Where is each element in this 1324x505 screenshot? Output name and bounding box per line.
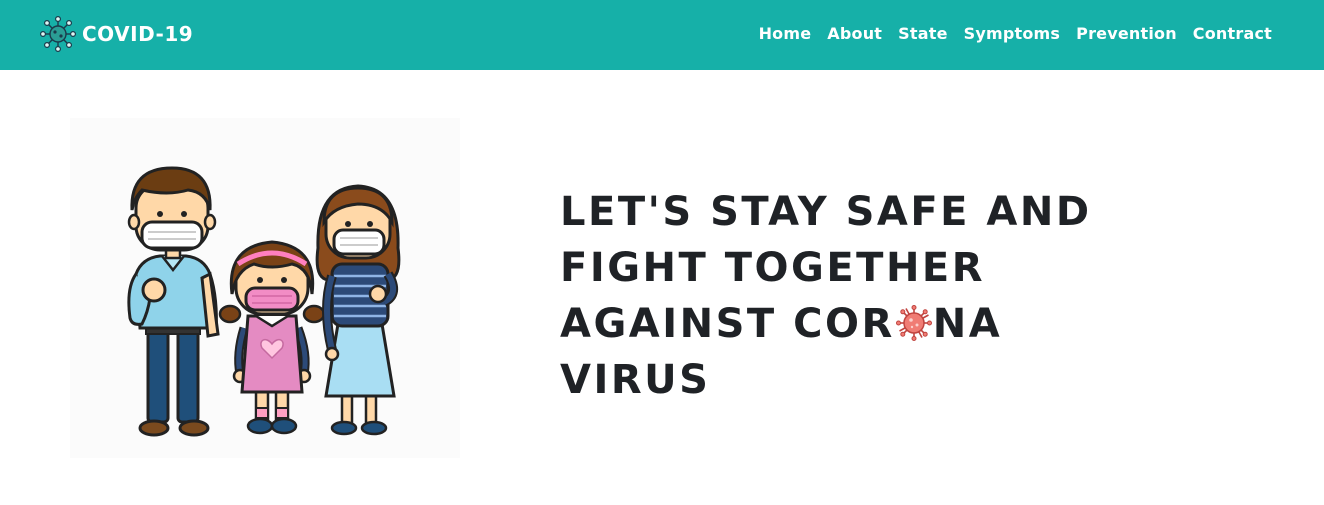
hero-heading-line-3-end: NA xyxy=(932,301,1003,347)
family-with-masks-illustration xyxy=(70,118,460,458)
brand-title: COVID-19 xyxy=(82,22,194,46)
nav-link-prevention[interactable]: Prevention xyxy=(1076,24,1177,43)
nav-link-home[interactable]: Home xyxy=(759,24,812,43)
nav-link-contract[interactable]: Contract xyxy=(1193,24,1272,43)
hero-heading: LET'S STAY SAFE AND FIGHT TOGETHER AGAIN… xyxy=(560,184,1300,408)
navbar: COVID-19 Home About State Symptoms Preve… xyxy=(0,0,1324,70)
nav-link-about[interactable]: About xyxy=(827,24,882,43)
coronavirus-icon xyxy=(895,305,932,341)
virus-icon xyxy=(40,16,76,52)
main-nav: Home About State Symptoms Prevention Con… xyxy=(759,20,1272,46)
mother-figure xyxy=(315,184,401,436)
hero-heading-line-3: AGAINST COR NA xyxy=(560,296,1300,352)
nav-link-symptoms[interactable]: Symptoms xyxy=(964,24,1061,43)
nav-link-state[interactable]: State xyxy=(898,24,947,43)
hero-heading-line-4: VIRUS xyxy=(560,357,711,403)
hero-heading-line-3-start: AGAINST COR xyxy=(560,301,895,347)
brand-logo-link[interactable]: COVID-19 xyxy=(40,16,193,52)
hero-heading-line-2: FIGHT TOGETHER xyxy=(560,245,986,291)
hero-heading-line-1: LET'S STAY SAFE AND xyxy=(560,189,1092,235)
